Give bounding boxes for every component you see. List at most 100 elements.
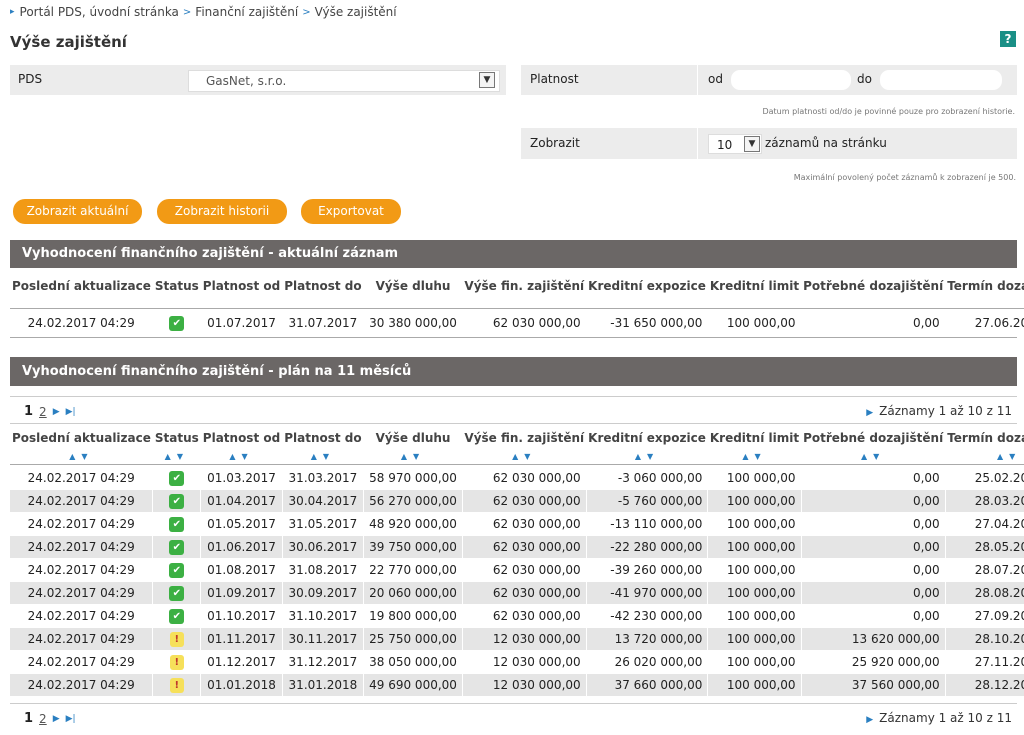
col-header: Poslední aktualizace	[12, 279, 151, 293]
status-warning-icon: !	[169, 677, 184, 693]
page-size-suffix: záznamů na stránku	[765, 136, 887, 150]
cell-status: !	[152, 627, 202, 651]
cell-security: 62 030 000,00	[462, 489, 587, 513]
cell-deadline: 28.10.2017	[945, 627, 1024, 651]
cell-to: 31.03.2017	[282, 467, 365, 490]
divider	[10, 307, 1024, 309]
pager-next-icon[interactable]: ▶	[53, 714, 60, 724]
pds-select[interactable]: GasNet, s.r.o.	[188, 70, 500, 92]
sort-icon[interactable]: ▲▼	[586, 448, 708, 462]
status-ok-icon: ✔	[169, 315, 185, 331]
status-ok-icon: ✔	[169, 608, 185, 624]
cell-exposure: -42 230 000,00	[586, 604, 709, 628]
cell-deadline: 28.07.2017	[945, 558, 1024, 582]
sort-icon[interactable]: ▲▼	[708, 448, 801, 462]
col-header[interactable]: Status	[153, 428, 201, 448]
pager-bottom: 1 2 ▶ ▶|	[24, 711, 82, 726]
col-header[interactable]: Kreditní limit	[708, 428, 801, 448]
col-header[interactable]: Kreditní expozice	[586, 428, 708, 448]
cell-exposure: -22 280 000,00	[586, 535, 709, 559]
cell-security: 12 030 000,00	[462, 627, 587, 651]
pager-page-link[interactable]: 2	[39, 405, 47, 419]
col-header: Platnost do	[284, 279, 362, 293]
table-row: 24.02.2017 04:29! 01.12.2017 31.12.2017 38 …	[10, 650, 1024, 674]
pager-page-link[interactable]: 2	[39, 712, 47, 726]
table-row: 24.02.2017 04:29! 01.01.2018 31.01.2018 49 …	[10, 673, 1024, 697]
pager-last-icon[interactable]: ▶|	[66, 407, 76, 417]
date-from-input[interactable]	[731, 70, 851, 90]
cell-security: 12 030 000,00	[462, 673, 587, 697]
divider	[697, 128, 698, 159]
cell-deadline: 27.06.2017	[945, 312, 1024, 335]
col-header[interactable]: Platnost do	[282, 428, 363, 448]
date-to-input[interactable]	[880, 70, 1002, 90]
cell-limit: 100 000,00	[707, 312, 802, 335]
help-icon[interactable]: ?	[1000, 31, 1016, 47]
col-header: Výše fin. zajištění	[464, 279, 585, 293]
cell-limit: 100 000,00	[707, 673, 802, 697]
col-header[interactable]: Platnost od	[201, 428, 282, 448]
sort-icon[interactable]: ▲▼	[945, 448, 1024, 462]
chevron-down-icon[interactable]: ▼	[479, 72, 495, 88]
cell-updated: 24.02.2017 04:29	[10, 627, 154, 651]
sort-icon[interactable]: ▲▼	[801, 448, 945, 462]
records-arrow-icon: ▶	[866, 715, 874, 725]
sort-icon[interactable]: ▲▼	[364, 448, 463, 462]
cell-from: 01.09.2017	[200, 581, 283, 605]
cell-status: ✔	[152, 535, 202, 559]
cell-updated: 24.02.2017 04:29	[10, 535, 154, 559]
col-header[interactable]: Výše dluhu	[364, 428, 463, 448]
col-header[interactable]: Poslední aktualizace	[10, 428, 153, 448]
breadcrumb-finance-link[interactable]: Finanční zajištění	[195, 5, 298, 19]
breadcrumb-separator-icon: >	[182, 6, 192, 18]
cell-debt: 19 800 000,00	[363, 604, 463, 628]
sort-icon[interactable]: ▲▼	[462, 448, 586, 462]
cell-from: 01.07.2017	[200, 312, 283, 335]
col-header[interactable]: Výše fin. zajištění	[462, 428, 586, 448]
chevron-down-icon[interactable]: ▼	[744, 136, 760, 152]
cell-to: 30.11.2017	[282, 627, 365, 651]
status-ok-icon: ✔	[169, 585, 185, 601]
cell-needed: 13 620 000,00	[801, 627, 946, 651]
show-current-button[interactable]: Zobrazit aktuální	[13, 199, 142, 224]
pager-next-icon[interactable]: ▶	[53, 407, 60, 417]
date-note: Datum platnosti od/do je povinné pouze p…	[762, 107, 1015, 116]
breadcrumb-home-link[interactable]: Portál PDS, úvodní stránka	[20, 5, 179, 19]
cell-security: 62 030 000,00	[462, 312, 587, 335]
cell-needed: 0,00	[801, 604, 946, 628]
cell-to: 31.10.2017	[282, 604, 365, 628]
cell-status: ✔	[152, 312, 202, 335]
status-ok-icon: ✔	[169, 562, 185, 578]
cell-limit: 100 000,00	[707, 604, 802, 628]
cell-debt: 38 050 000,00	[363, 650, 463, 674]
export-button[interactable]: Exportovat	[301, 199, 401, 224]
cell-needed: 0,00	[801, 489, 946, 513]
cell-debt: 22 770 000,00	[363, 558, 463, 582]
cell-status: ✔	[152, 558, 202, 582]
pager-last-icon[interactable]: ▶|	[66, 714, 76, 724]
sort-icon[interactable]: ▲▼	[10, 448, 153, 462]
col-header[interactable]: Termín dozajištění	[945, 428, 1024, 448]
cell-deadline: 27.09.2017	[945, 604, 1024, 628]
col-header: Potřebné dozajištění	[803, 279, 944, 293]
sort-icon[interactable]: ▲▼	[201, 448, 282, 462]
col-header[interactable]: Potřebné dozajištění	[801, 428, 945, 448]
cell-limit: 100 000,00	[707, 558, 802, 582]
sort-icon[interactable]: ▲▼	[282, 448, 363, 462]
cell-from: 01.12.2017	[200, 650, 283, 674]
status-ok-icon: ✔	[169, 493, 185, 509]
cell-limit: 100 000,00	[707, 535, 802, 559]
cell-exposure: 26 020 000,00	[586, 650, 709, 674]
cell-status: ✔	[152, 581, 202, 605]
cell-from: 01.11.2017	[200, 627, 283, 651]
show-history-button[interactable]: Zobrazit historii	[157, 199, 287, 224]
cell-limit: 100 000,00	[707, 489, 802, 513]
cell-limit: 100 000,00	[707, 650, 802, 674]
table-row: 24.02.2017 04:29 ✔ 01.04.2017 30.04.2017 56 …	[10, 489, 1024, 513]
do-label: do	[857, 72, 872, 86]
cell-security: 12 030 000,00	[462, 650, 587, 674]
plan-table: Poslední aktualizace Status Platnost od …	[10, 428, 1024, 697]
status-warning-icon: !	[169, 654, 184, 670]
cell-from: 01.03.2017	[200, 467, 283, 490]
sort-icon[interactable]: ▲▼	[153, 448, 201, 462]
